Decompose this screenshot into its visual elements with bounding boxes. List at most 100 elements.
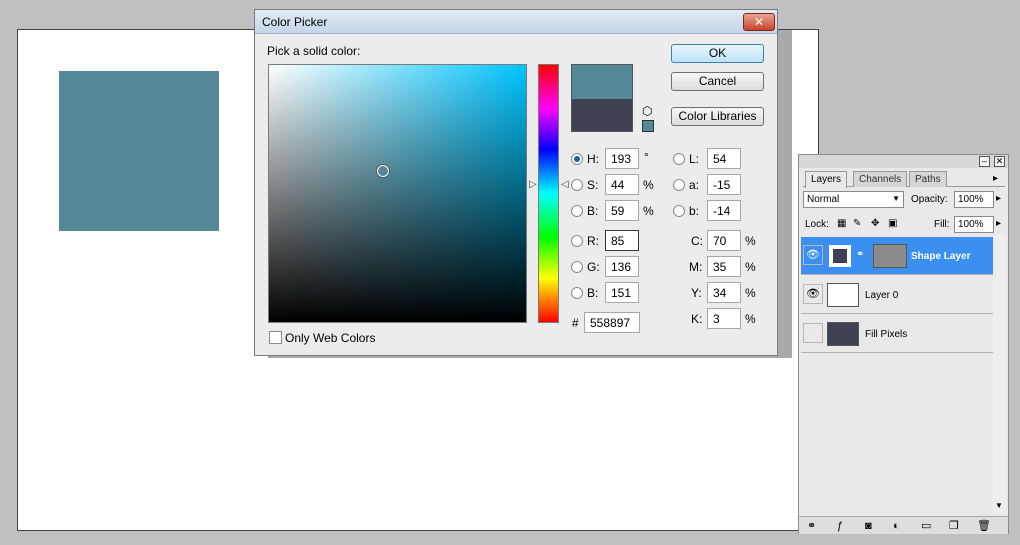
minimize-icon[interactable]: – [979, 156, 990, 167]
lab-b-input[interactable]: -14 [707, 200, 741, 221]
new-layer-icon[interactable]: ❐ [949, 520, 959, 532]
color-field[interactable] [268, 64, 527, 323]
layer-row-layer0[interactable]: 👁 Layer 0 [801, 276, 993, 314]
ok-button[interactable]: OK [671, 44, 764, 63]
hue-arrow-left-icon[interactable]: ▷ [529, 180, 537, 190]
eye-icon[interactable]: 👁 [803, 245, 823, 265]
tab-paths[interactable]: Paths [909, 171, 947, 187]
current-color-swatch[interactable] [572, 99, 632, 131]
rgb-b-radio[interactable] [571, 287, 583, 299]
dialog-titlebar[interactable]: Color Picker ✕ [255, 10, 777, 34]
s-input[interactable]: 44 [605, 174, 639, 195]
h-input[interactable]: 193 [605, 148, 639, 169]
g-radio[interactable] [571, 261, 583, 273]
g-input[interactable]: 136 [605, 256, 639, 277]
h-radio[interactable] [571, 153, 583, 165]
tab-layers[interactable]: Layers [805, 171, 848, 188]
panel-tabs: Layers Channels Paths ▸ [803, 171, 1005, 188]
hue-slider[interactable] [538, 64, 559, 323]
color-picker-dialog: Color Picker ✕ Pick a solid color: ▷ ◁ ⬡… [254, 9, 778, 356]
hex-label: # [572, 316, 579, 330]
layer-name[interactable]: Fill Pixels [865, 329, 907, 340]
m-label: M: [689, 260, 703, 274]
delete-layer-icon[interactable]: 🗑 [977, 520, 991, 532]
close-button[interactable]: ✕ [743, 13, 775, 31]
s-radio[interactable] [571, 179, 583, 191]
layer-thumb[interactable] [827, 322, 859, 346]
a-radio[interactable] [673, 179, 685, 191]
lab-b-radio[interactable] [673, 205, 685, 217]
blend-mode-value: Normal [807, 194, 840, 205]
rgb-b-input[interactable]: 151 [605, 282, 639, 303]
layer-name[interactable]: Layer 0 [865, 290, 898, 301]
scroll-down-icon[interactable]: ▼ [995, 501, 1003, 510]
b-input[interactable]: 59 [605, 200, 639, 221]
color-swatch-shape [59, 71, 219, 231]
opacity-input[interactable]: 100% [954, 191, 994, 208]
y-input[interactable]: 34 [707, 282, 741, 303]
c-label: C: [691, 234, 703, 248]
a-input[interactable]: -15 [707, 174, 741, 195]
blend-mode-select[interactable]: Normal ▼ [803, 191, 904, 208]
hue-arrow-right-icon[interactable]: ◁ [561, 180, 569, 190]
vector-mask-thumb[interactable] [873, 244, 907, 268]
color-libraries-button[interactable]: Color Libraries [671, 107, 764, 126]
m-unit: % [745, 260, 756, 274]
b-radio[interactable] [571, 205, 583, 217]
add-mask-icon[interactable]: ◙ [865, 520, 872, 532]
y-unit: % [745, 286, 756, 300]
gamut-cube-icon[interactable]: ⬡ [642, 104, 652, 118]
l-input[interactable]: 54 [707, 148, 741, 169]
tab-channels[interactable]: Channels [853, 171, 908, 187]
chevron-down-icon: ▼ [892, 194, 900, 203]
layer-name[interactable]: Shape Layer [911, 251, 970, 262]
opacity-label: Opacity: [911, 194, 948, 205]
hex-input[interactable]: 558897 [584, 312, 640, 333]
lock-transparent-icon[interactable]: ▦ [837, 218, 846, 229]
cancel-button[interactable]: Cancel [671, 72, 764, 91]
m-input[interactable]: 35 [707, 256, 741, 277]
layers-scrollbar[interactable]: ▼ [993, 235, 1006, 513]
s-unit: % [643, 178, 654, 192]
new-group-icon[interactable]: ▭ [921, 520, 931, 532]
layer-style-icon[interactable]: ƒ [837, 520, 843, 532]
a-label: a: [689, 178, 700, 192]
rgb-b-label: B: [587, 286, 599, 300]
fill-input[interactable]: 100% [954, 216, 994, 233]
y-label: Y: [691, 286, 702, 300]
s-label: S: [587, 178, 599, 192]
r-input[interactable]: 85 [605, 230, 639, 251]
picker-cursor-icon[interactable] [377, 165, 389, 177]
link-icon[interactable]: ⚭ [856, 249, 864, 260]
only-web-colors-label[interactable]: Only Web Colors [285, 331, 375, 345]
visibility-toggle[interactable] [803, 323, 823, 343]
color-preview [571, 64, 633, 132]
close-icon[interactable]: ✕ [994, 156, 1005, 167]
k-input[interactable]: 3 [707, 308, 741, 329]
adjustment-layer-icon[interactable]: ◐ [893, 520, 900, 532]
only-web-colors-checkbox[interactable] [269, 331, 282, 344]
lock-move-icon[interactable]: ✥ [871, 218, 879, 229]
opacity-arrow-icon[interactable]: ▸ [996, 193, 1001, 204]
l-radio[interactable] [673, 153, 685, 165]
eye-icon[interactable]: 👁 [803, 284, 823, 304]
lock-all-icon[interactable]: ▣ [888, 218, 897, 229]
panel-menu-icon[interactable]: ▸ [993, 173, 998, 184]
fill-arrow-icon[interactable]: ▸ [996, 218, 1001, 229]
dialog-title: Color Picker [262, 15, 328, 29]
new-color-swatch [572, 65, 632, 99]
layer-row-shape[interactable]: 👁 ⚭ Shape Layer [801, 237, 993, 275]
shape-fill-thumb[interactable] [829, 245, 851, 267]
k-label: K: [691, 312, 703, 326]
layer-row-fill-pixels[interactable]: Fill Pixels [801, 315, 993, 353]
panel-titlebar[interactable]: – ✕ [799, 155, 1008, 168]
c-input[interactable]: 70 [707, 230, 741, 251]
r-radio[interactable] [571, 235, 583, 247]
fill-label: Fill: [934, 219, 950, 230]
lock-label: Lock: [805, 219, 829, 230]
layer-thumb[interactable] [827, 283, 859, 307]
r-label: R: [587, 234, 599, 248]
lock-brush-icon[interactable]: ✎ [853, 218, 861, 229]
web-safe-swatch[interactable] [642, 120, 654, 132]
link-layers-icon[interactable]: ⚭ [807, 520, 816, 532]
